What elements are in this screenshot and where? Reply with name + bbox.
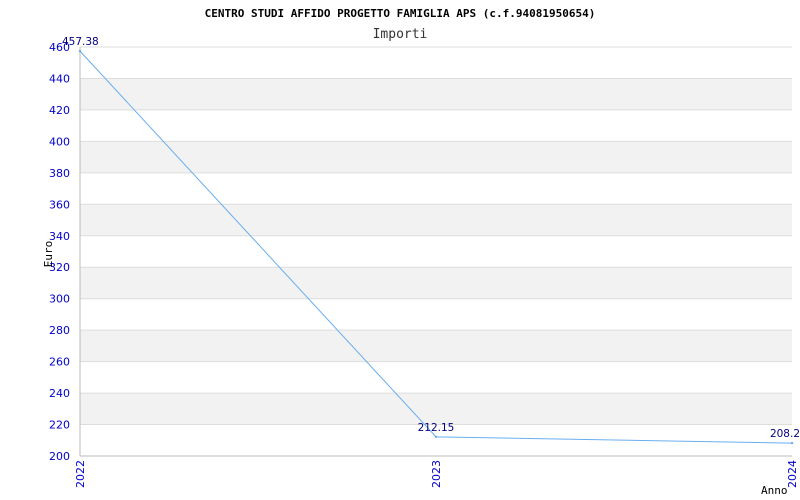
grid-band: [80, 141, 792, 173]
x-axis-label: Anno: [761, 484, 788, 497]
y-tick-label: 280: [49, 324, 70, 337]
data-label: 212.15: [418, 422, 455, 434]
y-tick-label: 220: [49, 419, 70, 432]
x-tick-labels: 2022 2023 2024: [74, 460, 799, 488]
grid-band: [80, 393, 792, 425]
x-tick-label: 2024: [786, 460, 799, 488]
grid-band: [80, 204, 792, 236]
chart-title: CENTRO STUDI AFFIDO PROGETTO FAMIGLIA AP…: [205, 7, 596, 20]
y-tick-label: 400: [49, 135, 70, 148]
line-chart: CENTRO STUDI AFFIDO PROGETTO FAMIGLIA AP…: [42, 7, 800, 497]
data-label: 457.38: [62, 36, 99, 48]
y-tick-label: 300: [49, 293, 70, 306]
grid-band: [80, 330, 792, 362]
x-tick-label: 2022: [74, 460, 87, 488]
chart-subtitle: Importi: [373, 27, 428, 42]
grid-bands: [80, 78, 792, 425]
grid-band: [80, 78, 792, 110]
y-tick-label: 260: [49, 356, 70, 369]
x-tick-label: 2023: [430, 460, 443, 488]
y-tick-label: 380: [49, 167, 70, 180]
y-tick-label: 420: [49, 104, 70, 117]
y-tick-label: 200: [49, 450, 70, 463]
y-tick-label: 440: [49, 72, 70, 85]
grid-band: [80, 267, 792, 299]
y-tick-label: 240: [49, 387, 70, 400]
data-label: 208.2: [770, 428, 800, 440]
data-point: [790, 441, 794, 445]
y-axis-label: Euro: [42, 241, 55, 268]
y-tick-label: 360: [49, 198, 70, 211]
data-point: [78, 49, 82, 53]
data-point: [434, 435, 438, 439]
